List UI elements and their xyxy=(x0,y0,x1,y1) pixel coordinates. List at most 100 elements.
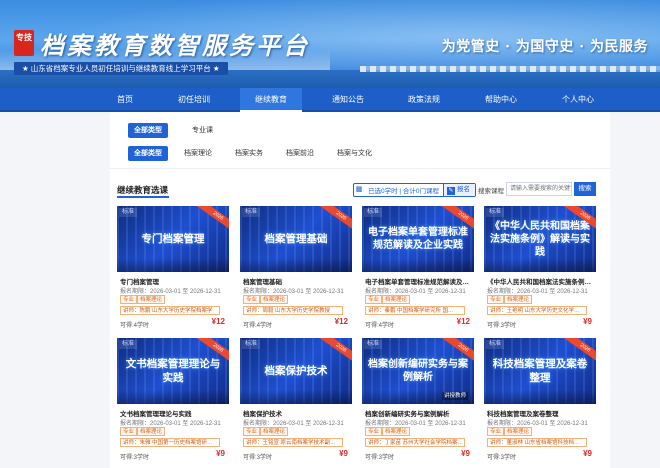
course-card[interactable]: 标准 2026 文书档案管理理论与实践 文书档案管理理论与实践 报名期限：202… xyxy=(117,338,229,466)
logo-seal: 专技 xyxy=(14,30,34,56)
course-name[interactable]: 文书档案管理理论与实践 xyxy=(120,408,228,418)
course-type-badge: 专业 xyxy=(365,427,383,436)
search-button[interactable]: 搜索 xyxy=(574,182,596,196)
course-card[interactable]: 标准 2026 专门档案管理 专门档案管理 报名期限：2026-03-01 至 … xyxy=(117,206,229,334)
video-stamp: 讲授教师 xyxy=(441,392,468,400)
report-button[interactable]: ✎ 报名 xyxy=(443,184,476,196)
course-panel: 全部类型 专业课 全部类型 档案理论 档案实务 档案前沿 档案与文化 继续教育选… xyxy=(110,112,610,468)
course-thumbnail[interactable]: 标准 2026 档案创新编研实务与案例解析 讲授教师 xyxy=(362,338,474,404)
course-thumbnail[interactable]: 标准 2026 电子档案单套管理标准规范解读及企业实践 xyxy=(362,206,474,272)
lecturer-info: 讲师：周毅 山东大学历史学院教授 xyxy=(243,306,343,315)
nav-item-initial-training[interactable]: 初任培训 xyxy=(163,88,225,112)
course-category-badge: 档案理论 xyxy=(382,295,411,304)
lecturer-info: 讲师：陈鹏 山东大学历史学院档案学 xyxy=(120,306,220,315)
banner-bridge xyxy=(360,66,660,72)
credit-hours: 可得:4学时 xyxy=(365,323,395,329)
course-price: ¥12 xyxy=(456,317,470,326)
course-thumbnail[interactable]: 标准 2026 档案管理基础 xyxy=(240,206,352,272)
course-type-badge: 专业 xyxy=(120,295,138,304)
enroll-period: 报名期限：2026-03-01 至 2026-12-31 xyxy=(487,421,588,427)
course-type-badge: 专业 xyxy=(487,427,505,436)
filter-archive-theory[interactable]: 档案理论 xyxy=(178,146,218,161)
lecturer-info: 讲师：王艳明 山东大学历史文化学… xyxy=(487,306,587,315)
enroll-period: 报名期限：2026-03-01 至 2026-12-31 xyxy=(365,289,466,295)
site-slogan: 为党管史 · 为国守史 · 为民服务 xyxy=(441,39,648,55)
selection-summary: 已选0学时 | 合计0门课程 xyxy=(368,188,440,195)
site-title[interactable]: 档案教育数智服务平台 xyxy=(40,26,310,61)
nav-item-continuing-education[interactable]: 继续教育 xyxy=(240,88,302,112)
course-price: ¥12 xyxy=(334,317,348,326)
course-category-badge: 档案理论 xyxy=(504,427,533,436)
cart-icon: ▩ xyxy=(355,186,363,193)
course-type-badge: 专业 xyxy=(120,427,138,436)
course-name[interactable]: 电子档案单套管理标准规范解读及企… xyxy=(365,276,473,286)
course-tag: 标准 xyxy=(364,208,383,217)
course-card[interactable]: 标准 2026 《中华人民共和国档案法实施条例》解读与实践 《中华人民共和国档案… xyxy=(484,206,596,334)
course-category-badge: 档案理论 xyxy=(382,427,411,436)
header-banner: 专技 档案教育数智服务平台 ★ 山东省档案专业人员初任培训与继续教育线上学习平台… xyxy=(0,0,660,88)
filter-archive-culture[interactable]: 档案与文化 xyxy=(331,146,378,161)
credit-hours: 可得:3学时 xyxy=(243,455,273,461)
course-name[interactable]: 专门档案管理 xyxy=(120,276,228,286)
course-thumbnail[interactable]: 标准 2026 《中华人民共和国档案法实施条例》解读与实践 xyxy=(484,206,596,272)
enroll-period: 报名期限：2026-03-01 至 2026-12-31 xyxy=(243,421,344,427)
credit-hours: 可得:3学时 xyxy=(365,455,395,461)
enroll-period: 报名期限：2026-03-01 至 2026-12-31 xyxy=(243,289,344,295)
course-category-badge: 档案理论 xyxy=(260,427,289,436)
course-thumbnail[interactable]: 标准 2026 档案保护技术 xyxy=(240,338,352,404)
course-type-badge: 专业 xyxy=(487,295,505,304)
section-underline xyxy=(117,196,169,198)
credit-hours: 可得:3学时 xyxy=(487,455,517,461)
course-category-badge: 档案理论 xyxy=(137,427,166,436)
nav-item-profile[interactable]: 个人中心 xyxy=(547,88,609,112)
course-card[interactable]: 标准 2026 科技档案管理及案卷整理 科技档案管理及案卷整理 报名期限：202… xyxy=(484,338,596,466)
filter-archive-frontier[interactable]: 档案前沿 xyxy=(280,146,320,161)
course-tag: 标准 xyxy=(486,340,505,349)
filter-divider xyxy=(110,168,610,169)
course-thumbnail[interactable]: 标准 2026 科技档案管理及案卷整理 xyxy=(484,338,596,404)
course-name[interactable]: 档案创新编研实务与案例解析 xyxy=(365,408,473,418)
course-price: ¥9 xyxy=(461,449,470,458)
search-input[interactable] xyxy=(506,182,572,196)
main-nav: 首页 初任培训 继续教育 通知公告 政策法规 帮助中心 个人中心 xyxy=(0,88,660,112)
nav-item-notices[interactable]: 通知公告 xyxy=(317,88,379,112)
course-card[interactable]: 标准 2026 档案创新编研实务与案例解析 讲授教师 档案创新编研实务与案例解析… xyxy=(362,338,474,466)
filter-professional[interactable]: 专业课 xyxy=(186,123,219,138)
nav-item-help[interactable]: 帮助中心 xyxy=(470,88,532,112)
course-card[interactable]: 标准 2026 档案管理基础 档案管理基础 报名期限：2026-03-01 至 … xyxy=(240,206,352,334)
filter-all-categories[interactable]: 全部类型 xyxy=(128,146,168,161)
course-price: ¥9 xyxy=(339,449,348,458)
filter-archive-practice[interactable]: 档案实务 xyxy=(229,146,269,161)
course-price: ¥9 xyxy=(583,449,592,458)
credit-hours: 可得:3学时 xyxy=(120,455,150,461)
course-tag: 标准 xyxy=(486,208,505,217)
credit-hours: 可得:3学时 xyxy=(487,323,517,329)
course-name[interactable]: 科技档案管理及案卷整理 xyxy=(487,408,595,418)
course-price: ¥9 xyxy=(583,317,592,326)
credit-hours: 可得:4学时 xyxy=(243,323,273,329)
lecturer-info: 讲师：王铭宣 原云南档案学技术副… xyxy=(243,438,343,447)
course-type-badge: 专业 xyxy=(243,295,261,304)
enroll-period: 报名期限：2026-03-01 至 2026-12-31 xyxy=(487,289,588,295)
course-price: ¥9 xyxy=(216,449,225,458)
course-name[interactable]: 档案管理基础 xyxy=(243,276,351,286)
enroll-period: 报名期限：2026-03-01 至 2026-12-31 xyxy=(120,289,221,295)
course-tag: 标准 xyxy=(364,340,383,349)
nav-item-home[interactable]: 首页 xyxy=(94,88,156,112)
course-name[interactable]: 档案保护技术 xyxy=(243,408,351,418)
lecturer-info: 讲师：朱雅 中国第一历史档案馆研… xyxy=(120,438,220,447)
lecturer-info: 讲师：董淑林 山东省档案馆科技档… xyxy=(487,438,587,447)
enroll-period: 报名期限：2026-03-01 至 2026-12-31 xyxy=(365,421,466,427)
course-card[interactable]: 标准 2026 电子档案单套管理标准规范解读及企业实践 电子档案单套管理标准规范… xyxy=(362,206,474,334)
course-name[interactable]: 《中华人民共和国档案法实施条例》… xyxy=(487,276,595,286)
nav-item-policies[interactable]: 政策法规 xyxy=(393,88,455,112)
course-card[interactable]: 标准 2026 档案保护技术 档案保护技术 报名期限：2026-03-01 至 … xyxy=(240,338,352,466)
site-subtitle: ★ 山东省档案专业人员初任培训与继续教育线上学习平台 ★ xyxy=(14,62,228,75)
filter-all-types[interactable]: 全部类型 xyxy=(128,123,168,138)
report-button-label: 报名 xyxy=(457,186,471,193)
course-category-badge: 档案理论 xyxy=(137,295,166,304)
course-tag: 标准 xyxy=(119,340,138,349)
course-thumbnail[interactable]: 标准 2026 文书档案管理理论与实践 xyxy=(117,338,229,404)
lecturer-info: 讲师：丁家苗 苏州大学社会学院档案… xyxy=(365,438,465,447)
course-thumbnail[interactable]: 标准 2026 专门档案管理 xyxy=(117,206,229,272)
